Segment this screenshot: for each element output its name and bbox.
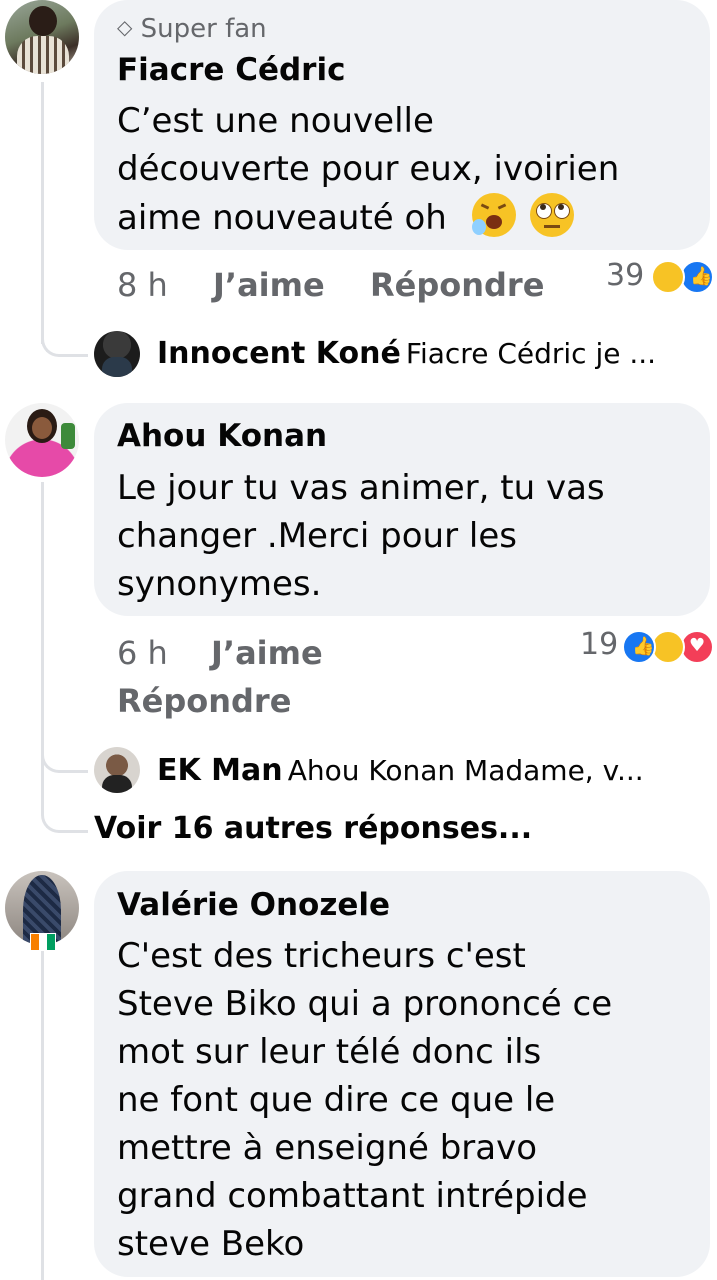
ivory-coast-flag-icon	[30, 933, 56, 951]
haha-reaction-icon	[651, 630, 685, 664]
comment-text: Le jour tu vas animer, tu vas changer .M…	[117, 468, 605, 604]
comment-author[interactable]: Valérie Onozele	[117, 887, 390, 923]
reply-text: Ahou Konan Madame, v...	[287, 754, 644, 787]
comment-text: C'est des tricheurs c'est Steve Biko qui…	[117, 936, 613, 1264]
like-reaction-icon: 👍	[622, 630, 656, 664]
diamond-icon: ◇	[117, 15, 133, 39]
reply-button[interactable]: Répondre	[370, 266, 544, 304]
comment-author[interactable]: Ahou Konan	[117, 418, 327, 454]
reply-preview[interactable]: EK Man Ahou Konan Madame, v...	[157, 753, 644, 788]
comment-time: 6 h	[117, 634, 168, 672]
super-fan-badge: ◇ Super fan	[117, 14, 267, 44]
avatar[interactable]	[5, 403, 79, 477]
reaction-count[interactable]: 19	[580, 627, 618, 662]
reply-author[interactable]: EK Man	[157, 753, 283, 788]
thread-line	[41, 950, 44, 1280]
like-button[interactable]: J’aime	[211, 634, 323, 672]
thread-curve	[41, 330, 88, 357]
view-more-replies-link[interactable]: Voir 16 autres réponses...	[94, 811, 532, 846]
yawning-face-emoji-icon	[471, 193, 516, 237]
like-reaction-icon: 👍	[680, 260, 714, 294]
like-button[interactable]: J’aime	[213, 266, 325, 304]
reply-avatar[interactable]	[94, 747, 140, 793]
avatar[interactable]	[5, 0, 79, 74]
thread-line	[41, 82, 44, 344]
love-reaction-icon: ♥	[680, 630, 714, 664]
comment-time: 8 h	[117, 266, 168, 304]
thread-curve	[41, 740, 88, 773]
reply-text: Fiacre Cédric je ...	[405, 337, 657, 370]
reply-avatar[interactable]	[94, 331, 140, 377]
comment-author[interactable]: Fiacre Cédric	[117, 52, 345, 88]
reply-preview[interactable]: Innocent Koné Fiacre Cédric je ...	[157, 336, 656, 371]
haha-reaction-icon	[651, 260, 685, 294]
reply-author[interactable]: Innocent Koné	[157, 336, 401, 371]
reaction-count[interactable]: 39	[606, 258, 644, 293]
reply-button[interactable]: Répondre	[117, 682, 291, 720]
comment-text: C’est une nouvelle découverte pour eux, …	[117, 101, 620, 238]
thread-curve	[41, 800, 88, 833]
eye-roll-emoji-icon	[530, 193, 575, 237]
